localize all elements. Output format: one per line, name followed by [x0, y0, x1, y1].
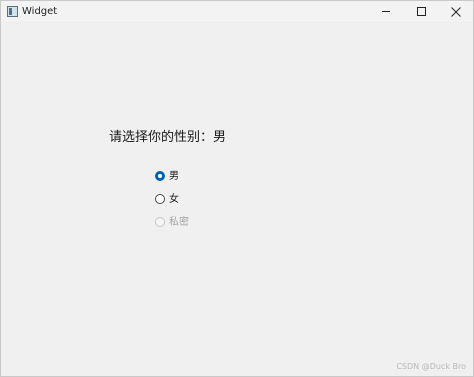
maximize-button[interactable]	[404, 1, 438, 23]
app-window: Widget 请选择你的性别：男 男 女 私密 CSDN @Duck Bro	[0, 0, 474, 377]
radio-checked-icon[interactable]	[155, 171, 165, 181]
title-bar[interactable]: Widget	[1, 1, 473, 23]
close-icon	[451, 7, 461, 17]
selected-gender-text: 男	[213, 130, 227, 145]
radio-female-label[interactable]: 女	[169, 193, 179, 206]
radio-disabled-icon	[155, 217, 165, 227]
radio-unchecked-icon[interactable]	[155, 194, 165, 204]
radio-private-label: 私密	[169, 217, 189, 228]
radio-male-label[interactable]: 男	[169, 170, 179, 183]
watermark-text: CSDN @Duck Bro	[396, 362, 466, 371]
app-icon	[7, 6, 18, 17]
window-title: Widget	[22, 6, 58, 17]
gender-prompt-label: 请选择你的性别：男	[109, 130, 226, 146]
prompt-text: 请选择你的性别：	[109, 130, 214, 145]
close-button[interactable]	[439, 1, 473, 23]
minimize-button[interactable]	[369, 1, 403, 23]
